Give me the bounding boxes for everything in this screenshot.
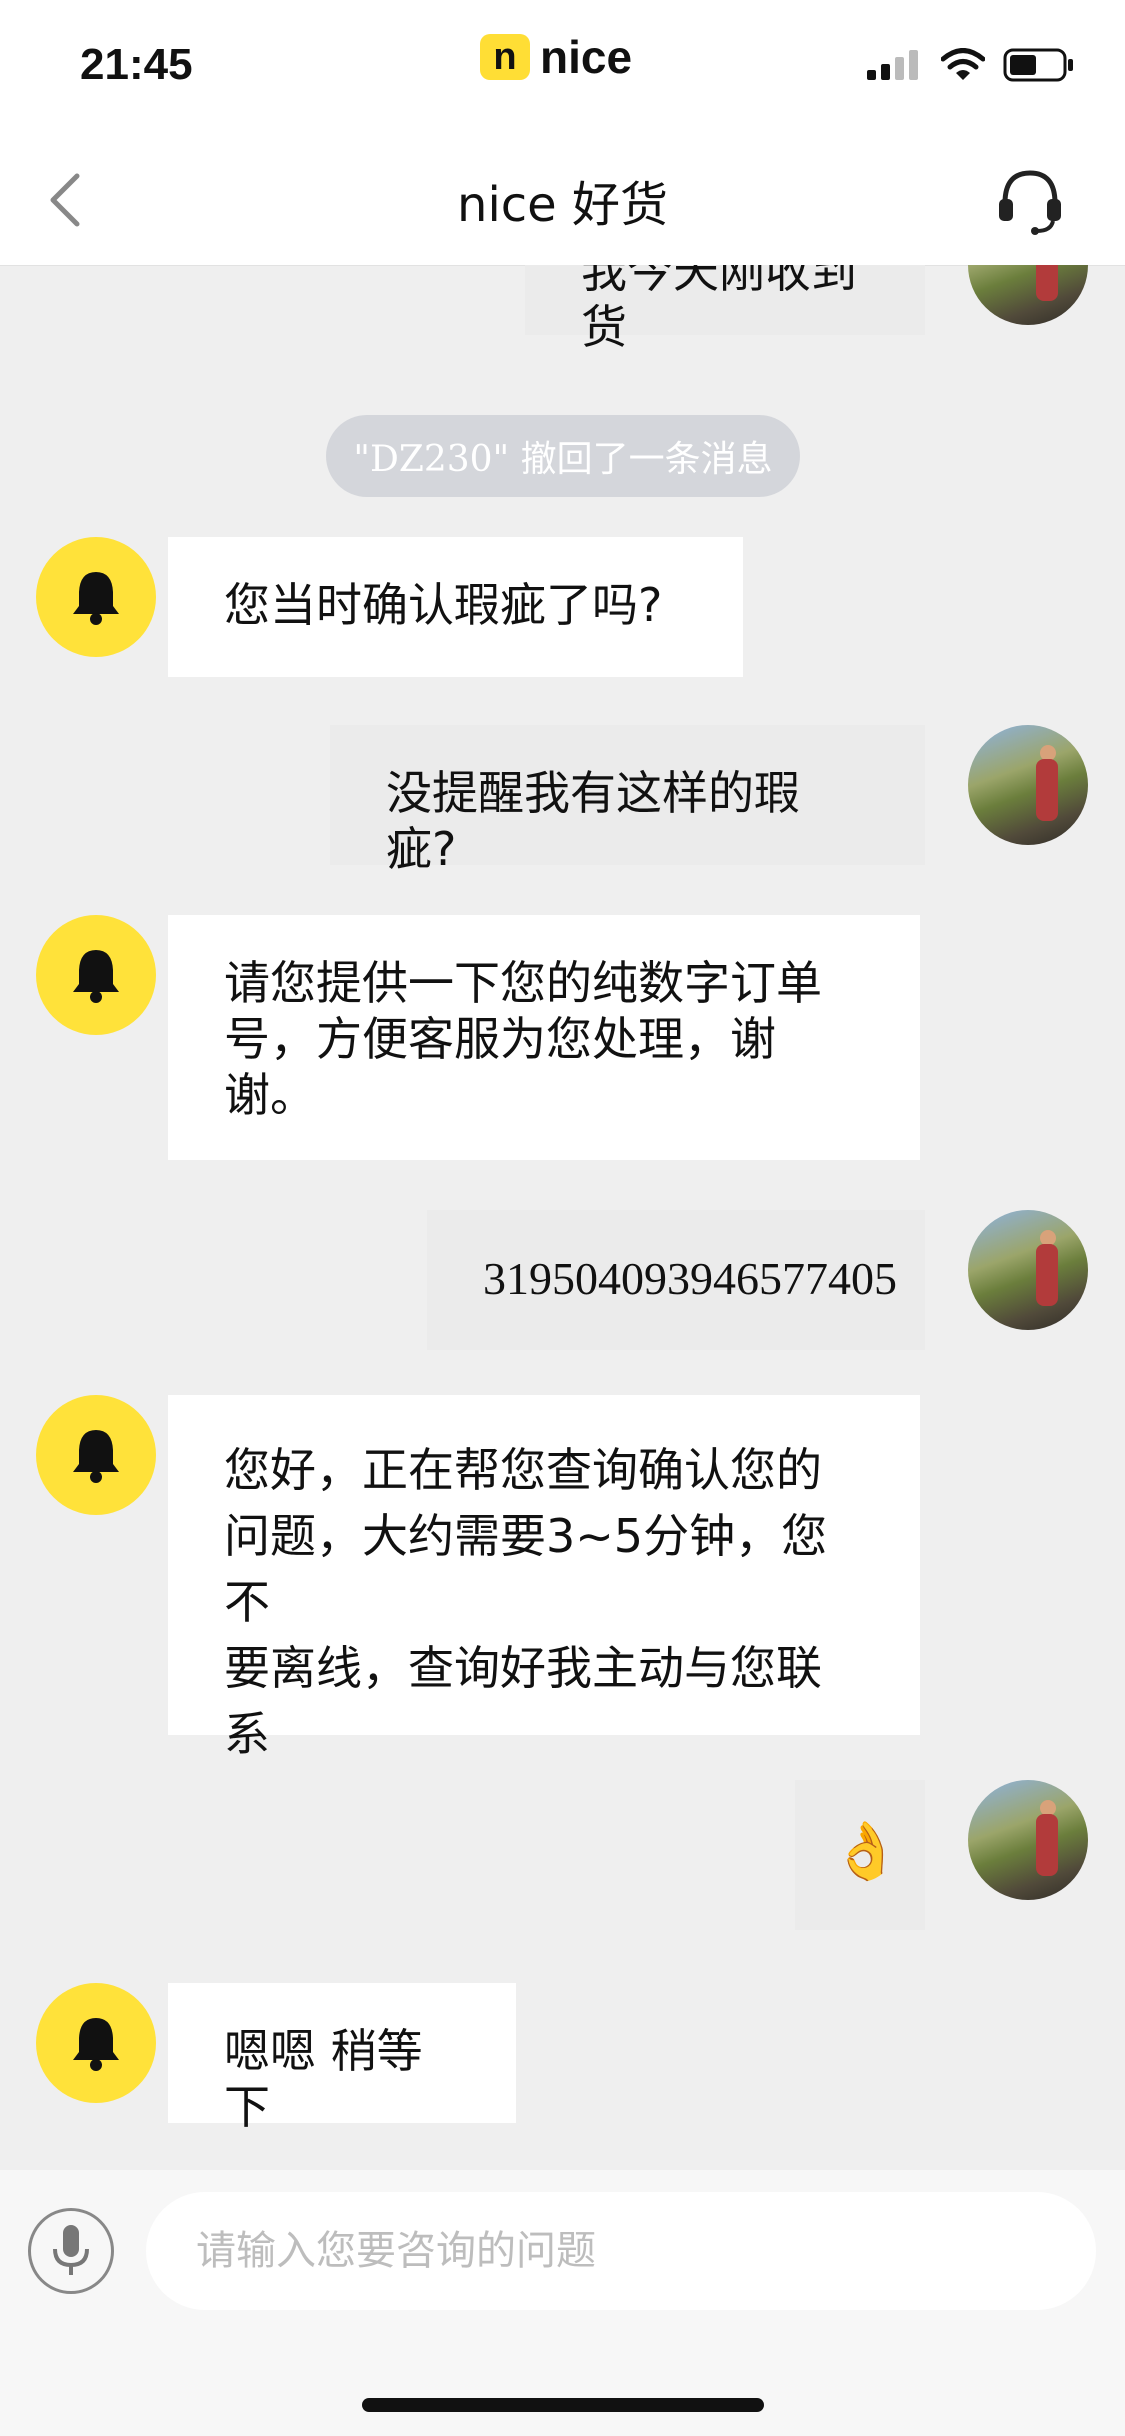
brand-name: nice [540,31,633,83]
message-bubble-outgoing: 319504093946577405 [427,1210,925,1350]
message-line: 您好，正在帮您查询确认您的 [224,1443,822,1497]
message-line: 要离线，查询好我主动与您联 [224,1641,822,1695]
service-avatar[interactable] [36,1395,156,1515]
status-icons [867,48,1075,82]
page-title: nice 好货 [457,177,668,233]
service-avatar[interactable] [36,915,156,1035]
message-input[interactable] [146,2192,1096,2310]
bell-icon [73,2018,119,2071]
message-line: 号，方便客服为您处理，谢 [224,1012,776,1066]
message-list[interactable]: 我今天刚收到货 "DZ230" 撤回了一条消息 您当时确认瑕疵了吗? 没提醒我有… [0,265,1125,2170]
message-line: 谢。 [224,1068,316,1122]
user-avatar[interactable] [968,1780,1088,1900]
chat-header: nice 好货 [0,135,1125,266]
message-text: 没提醒我有这样的瑕疵? [386,766,800,876]
bell-icon [73,572,119,625]
wifi-icon [941,48,985,80]
user-avatar[interactable] [968,265,1088,325]
battery-icon [1003,48,1073,82]
customer-service-button[interactable] [995,165,1065,235]
brand-badge: n [480,34,530,80]
headset-icon [999,170,1061,235]
message-line: 系 [224,1707,270,1761]
brand-logo: n nice [480,31,633,83]
recall-notice: "DZ230" 撤回了一条消息 [326,415,800,497]
message-bubble-incoming: 请您提供一下您的纯数字订单 号，方便客服为您处理，谢 谢。 [168,915,920,1160]
message-line: 请您提供一下您的纯数字订单 [224,956,822,1010]
bell-icon [73,950,119,1003]
message-text: 您当时确认瑕疵了吗? [224,578,663,632]
home-indicator[interactable] [362,2398,764,2412]
ok-hand-emoji: 👌 [831,1819,901,1884]
message-line: 问题，大约需要3~5分钟，您不 [224,1509,828,1629]
message-text: 我今天刚收到货 [581,265,857,354]
status-time: 21:45 [80,40,193,89]
microphone-icon [53,2225,89,2275]
bell-icon [73,1430,119,1483]
order-number-text: 319504093946577405 [483,1253,897,1304]
service-avatar[interactable] [36,1983,156,2103]
service-avatar[interactable] [36,537,156,657]
status-bar: 21:45 n nice [0,0,1125,135]
message-bubble-outgoing: 👌 [795,1780,925,1930]
user-avatar[interactable] [968,1210,1088,1330]
message-bubble-incoming: 嗯嗯 稍等下 [168,1983,516,2134]
message-bubble-outgoing: 没提醒我有这样的瑕疵? [330,725,925,876]
message-bubble-incoming: 您当时确认瑕疵了吗? [168,537,743,677]
input-bar [0,2170,1125,2436]
voice-input-button[interactable] [28,2208,114,2294]
signal-icon [867,50,918,80]
message-bubble-incoming: 您好，正在帮您查询确认您的 问题，大约需要3~5分钟，您不 要离线，查询好我主动… [168,1395,920,1761]
user-avatar[interactable] [968,725,1088,845]
message-bubble-outgoing: 我今天刚收到货 [525,265,925,354]
message-text: 嗯嗯 稍等下 [224,2024,423,2134]
